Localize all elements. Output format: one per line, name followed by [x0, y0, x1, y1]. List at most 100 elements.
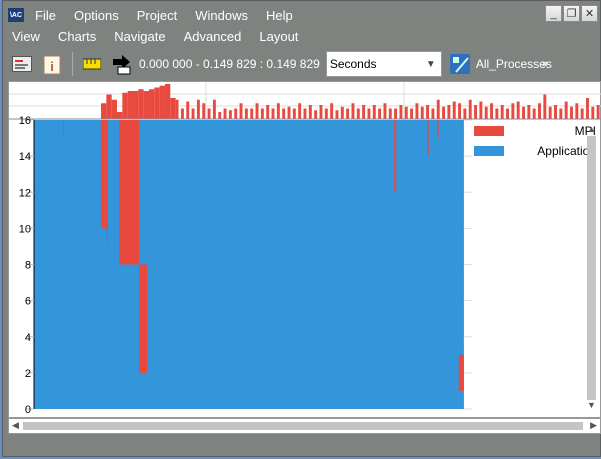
- menu-advanced[interactable]: Advanced: [175, 29, 251, 44]
- histogram-bar: [271, 108, 275, 119]
- legend-swatch-application: [474, 146, 504, 156]
- menu-layout[interactable]: Layout: [250, 29, 307, 44]
- time-unit-select[interactable]: Seconds ▼: [325, 51, 442, 77]
- histogram-bar: [148, 89, 155, 119]
- histogram-bar: [250, 108, 254, 119]
- histogram-bar: [575, 103, 579, 119]
- histogram-bar: [458, 103, 462, 119]
- scroll-thumb[interactable]: [587, 136, 596, 400]
- menu-view[interactable]: View: [3, 29, 49, 44]
- menu-windows[interactable]: Windows: [186, 8, 257, 23]
- histogram-bar: [468, 99, 472, 119]
- histogram-bar: [106, 94, 112, 119]
- histogram-bar: [276, 103, 280, 119]
- ruler-icon[interactable]: [81, 53, 103, 75]
- histogram-bar: [324, 108, 328, 119]
- histogram-bar: [122, 92, 128, 119]
- goto-time-icon[interactable]: [111, 53, 133, 75]
- histogram-bar: [202, 103, 206, 119]
- mpi-region: [458, 354, 464, 391]
- info-icon[interactable]: i: [41, 53, 63, 75]
- scroll-down-icon[interactable]: ▼: [585, 400, 598, 412]
- time-unit-value: Seconds: [329, 57, 377, 71]
- histogram-bar: [484, 106, 488, 119]
- histogram-bar: [340, 106, 344, 119]
- menu-navigate[interactable]: Navigate: [105, 29, 174, 44]
- chart-icon[interactable]: [11, 53, 33, 75]
- histogram-bar: [580, 108, 584, 119]
- histogram-bar: [367, 108, 371, 119]
- histogram-bar: [228, 110, 232, 119]
- histogram-bar: [570, 106, 573, 119]
- histogram-bar: [303, 108, 307, 119]
- histogram-bar: [426, 105, 430, 119]
- close-button[interactable]: ✕: [581, 5, 598, 22]
- scroll-left-icon[interactable]: ◀: [12, 420, 19, 431]
- histogram-bar: [474, 105, 478, 119]
- y-tick-label: 16: [19, 115, 31, 127]
- minimize-button[interactable]: _: [545, 5, 562, 22]
- histogram-bar: [554, 105, 557, 119]
- histogram-bar: [287, 106, 291, 119]
- histogram-bar: [559, 108, 563, 119]
- mpi-region: [118, 120, 140, 265]
- restore-button[interactable]: ❐: [563, 5, 580, 22]
- histogram-bar: [511, 103, 515, 119]
- histogram-bar: [596, 105, 600, 119]
- histogram-bar: [186, 101, 190, 119]
- histogram-bar: [111, 99, 117, 119]
- histogram-bar: [330, 103, 334, 119]
- horizontal-scrollbar[interactable]: ◀ ▶: [8, 418, 601, 434]
- menu-help[interactable]: Help: [257, 8, 302, 23]
- histogram-bar: [463, 108, 467, 119]
- scroll-thumb[interactable]: [23, 422, 583, 430]
- histogram-bar: [404, 106, 408, 119]
- histogram-bar: [420, 106, 424, 119]
- y-tick-label: 10: [19, 223, 31, 235]
- app-window: \AC File Options Project Windows Help _ …: [2, 0, 601, 457]
- histogram-bar: [479, 101, 483, 119]
- mpi-region: [62, 120, 64, 139]
- chart-menu-bar: View Charts Navigate Advanced Layout: [3, 25, 307, 47]
- histogram-bar: [495, 108, 499, 119]
- histogram-bar: [447, 105, 451, 119]
- y-tick-label: 0: [25, 404, 31, 416]
- scroll-up-icon[interactable]: ▲: [585, 124, 598, 136]
- menu-file[interactable]: File: [26, 8, 65, 23]
- histogram-bar: [223, 108, 227, 119]
- menu-project[interactable]: Project: [128, 8, 186, 23]
- mpi-region: [100, 120, 109, 229]
- menu-bar: \AC File Options Project Windows Help: [3, 5, 302, 25]
- process-group-label: All_Processes: [475, 57, 552, 71]
- histogram-bar: [191, 108, 195, 119]
- y-tick-label: 14: [19, 151, 31, 163]
- histogram-bar: [244, 108, 248, 119]
- histogram-bar: [308, 105, 312, 119]
- toolbar-overflow-button[interactable]: »: [542, 58, 548, 70]
- histogram-bar: [170, 98, 176, 119]
- y-tick-label: 4: [25, 332, 31, 344]
- histogram-bar: [490, 103, 494, 119]
- histogram-bar: [527, 105, 531, 119]
- histogram-bar: [410, 108, 414, 119]
- histogram-bar: [431, 108, 435, 119]
- mpi-region: [106, 228, 108, 247]
- legend-item-application: Application: [474, 144, 596, 158]
- histogram-bar: [239, 103, 243, 119]
- legend-vertical-scrollbar[interactable]: ▲ ▼: [585, 124, 598, 416]
- mpi-region: [437, 120, 439, 139]
- timeline-chart[interactable]: 0 2 4 6 8 10 12 14 16 MPI Application ▲ ▼: [8, 81, 601, 418]
- histogram-bar: [314, 110, 318, 119]
- mpi-region: [394, 120, 397, 193]
- histogram-bar: [164, 84, 171, 119]
- menu-charts[interactable]: Charts: [49, 29, 105, 44]
- menu-options[interactable]: Options: [65, 8, 128, 23]
- histogram-bar: [548, 106, 552, 119]
- scroll-right-icon[interactable]: ▶: [590, 420, 597, 431]
- histogram-bar: [452, 101, 456, 119]
- histogram-bar: [143, 91, 149, 119]
- toolbar: i 0.000 000 - 0.149 829 : 0.149 829 Seco…: [3, 49, 552, 79]
- histogram-bar: [591, 106, 595, 119]
- process-group-button[interactable]: All_Processes: [449, 54, 552, 74]
- histogram-bar: [532, 108, 536, 119]
